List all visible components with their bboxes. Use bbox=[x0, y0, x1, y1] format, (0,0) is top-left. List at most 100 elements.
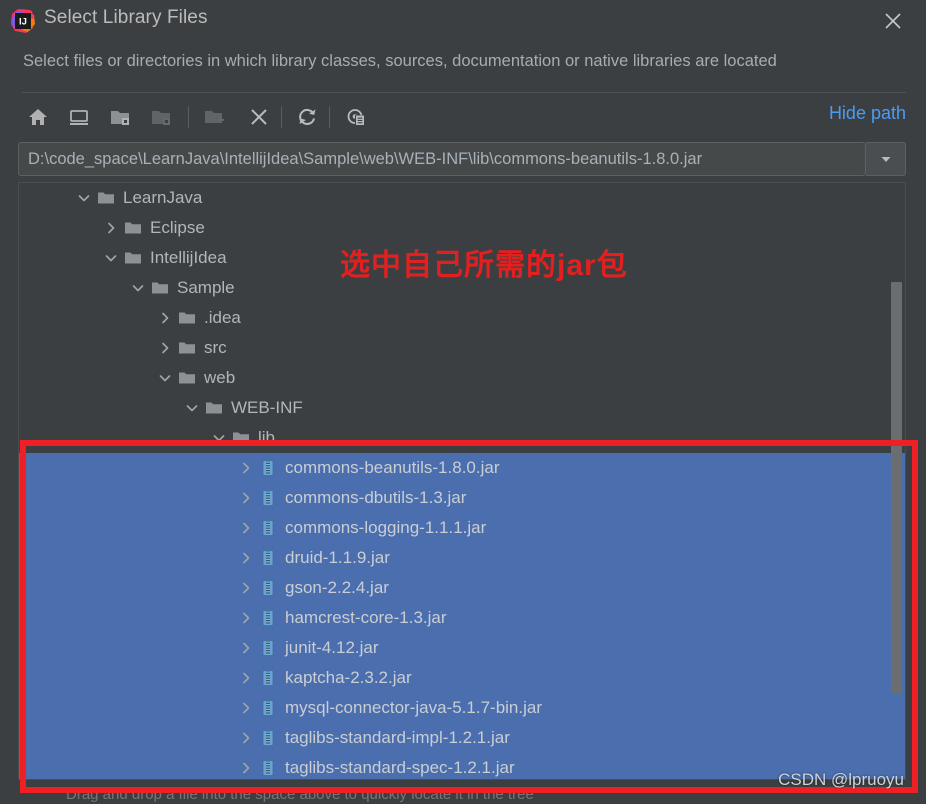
jar-icon bbox=[257, 453, 279, 483]
window-title: Select Library Files bbox=[44, 7, 208, 28]
tree-row[interactable]: kaptcha-2.3.2.jar bbox=[19, 663, 905, 693]
chevron-right-icon[interactable] bbox=[235, 483, 257, 513]
chevron-down-icon[interactable] bbox=[154, 363, 176, 393]
chevron-right-icon[interactable] bbox=[235, 603, 257, 633]
chevron-down-icon[interactable] bbox=[100, 243, 122, 273]
toolbar-separator-3 bbox=[329, 106, 330, 128]
chevron-right-icon[interactable] bbox=[235, 693, 257, 723]
show-hidden-files-icon[interactable] bbox=[339, 101, 371, 133]
chevron-right-icon[interactable] bbox=[235, 543, 257, 573]
module-folder-icon bbox=[145, 101, 177, 133]
drag-drop-hint: Drag and drop a file into the space abov… bbox=[66, 786, 534, 803]
refresh-icon[interactable] bbox=[291, 101, 323, 133]
tree-row[interactable]: commons-logging-1.1.1.jar bbox=[19, 513, 905, 543]
tree-row[interactable]: taglibs-standard-impl-1.2.1.jar bbox=[19, 723, 905, 753]
tree-row-label: IntellijIdea bbox=[150, 248, 227, 267]
chevron-right-icon[interactable] bbox=[154, 333, 176, 363]
close-icon[interactable] bbox=[866, 0, 920, 42]
tree-row[interactable]: hamcrest-core-1.3.jar bbox=[19, 603, 905, 633]
tree-row-label: Eclipse bbox=[150, 218, 205, 237]
chevron-down-icon[interactable] bbox=[181, 393, 203, 423]
folder-icon bbox=[203, 393, 225, 423]
title-bar: IJ Select Library Files bbox=[0, 0, 926, 42]
chevron-right-icon[interactable] bbox=[100, 213, 122, 243]
folder-icon bbox=[95, 183, 117, 213]
file-chooser-toolbar: Hide path bbox=[22, 98, 906, 136]
tree-row-label: commons-beanutils-1.8.0.jar bbox=[285, 458, 500, 477]
delete-icon[interactable] bbox=[243, 101, 275, 133]
chevron-right-icon[interactable] bbox=[235, 573, 257, 603]
path-input[interactable]: D:\code_space\LearnJava\IntellijIdea\Sam… bbox=[18, 142, 866, 176]
tree-row-label: WEB-INF bbox=[231, 398, 303, 417]
tree-row[interactable]: lib bbox=[19, 423, 905, 453]
tree-row-label: src bbox=[204, 338, 227, 357]
toolbar-separator bbox=[188, 106, 189, 128]
dialog-description: Select files or directories in which lib… bbox=[23, 52, 777, 70]
tree-row-label: taglibs-standard-impl-1.2.1.jar bbox=[285, 728, 510, 747]
tree-row[interactable]: WEB-INF bbox=[19, 393, 905, 423]
chevron-right-icon[interactable] bbox=[154, 303, 176, 333]
hide-path-link[interactable]: Hide path bbox=[829, 103, 906, 124]
chevron-down-icon[interactable] bbox=[866, 142, 906, 176]
tree-row[interactable]: taglibs-standard-spec-1.2.1.jar bbox=[19, 753, 905, 779]
tree-row[interactable]: web bbox=[19, 363, 905, 393]
desktop-icon[interactable] bbox=[63, 101, 95, 133]
tree-row[interactable]: src bbox=[19, 333, 905, 363]
folder-icon bbox=[149, 273, 171, 303]
chevron-right-icon[interactable] bbox=[235, 753, 257, 779]
chevron-down-icon[interactable] bbox=[127, 273, 149, 303]
tree-row[interactable]: Eclipse bbox=[19, 213, 905, 243]
path-combo: D:\code_space\LearnJava\IntellijIdea\Sam… bbox=[18, 142, 906, 176]
svg-text:IJ: IJ bbox=[19, 17, 27, 28]
tree-row[interactable]: mysql-connector-java-5.1.7-bin.jar bbox=[19, 693, 905, 723]
tree-row[interactable]: commons-beanutils-1.8.0.jar bbox=[19, 453, 905, 483]
chevron-right-icon[interactable] bbox=[235, 513, 257, 543]
chevron-down-icon[interactable] bbox=[73, 183, 95, 213]
tree-row[interactable]: gson-2.2.4.jar bbox=[19, 573, 905, 603]
tree-scrollbar-thumb[interactable] bbox=[891, 282, 902, 694]
tree-row[interactable]: junit-4.12.jar bbox=[19, 633, 905, 663]
chevron-right-icon[interactable] bbox=[235, 453, 257, 483]
tree-row[interactable]: LearnJava bbox=[19, 183, 905, 213]
home-icon[interactable] bbox=[22, 101, 54, 133]
tree-row-label: hamcrest-core-1.3.jar bbox=[285, 608, 447, 627]
jar-icon bbox=[257, 753, 279, 779]
folder-icon bbox=[122, 213, 144, 243]
jar-icon bbox=[257, 513, 279, 543]
path-value: D:\code_space\LearnJava\IntellijIdea\Sam… bbox=[28, 149, 703, 168]
chevron-right-icon[interactable] bbox=[235, 723, 257, 753]
jar-icon bbox=[257, 663, 279, 693]
chevron-right-icon[interactable] bbox=[235, 663, 257, 693]
jar-icon bbox=[257, 693, 279, 723]
tree-row-label: druid-1.1.9.jar bbox=[285, 548, 390, 567]
project-folder-icon[interactable] bbox=[104, 101, 136, 133]
jar-icon bbox=[257, 723, 279, 753]
tree-row[interactable]: druid-1.1.9.jar bbox=[19, 543, 905, 573]
folder-icon bbox=[176, 333, 198, 363]
toolbar-separator-2 bbox=[281, 106, 282, 128]
chevron-down-icon[interactable] bbox=[208, 423, 230, 453]
tree-row[interactable]: commons-dbutils-1.3.jar bbox=[19, 483, 905, 513]
tree-row-label: lib bbox=[258, 428, 276, 447]
tree-row-label: mysql-connector-java-5.1.7-bin.jar bbox=[285, 698, 542, 717]
tree-row[interactable]: .idea bbox=[19, 303, 905, 333]
chevron-right-icon[interactable] bbox=[235, 633, 257, 663]
folder-icon bbox=[122, 243, 144, 273]
jar-icon bbox=[257, 543, 279, 573]
tree-scrollbar[interactable] bbox=[891, 184, 904, 779]
tree-row-label: Sample bbox=[177, 278, 235, 297]
